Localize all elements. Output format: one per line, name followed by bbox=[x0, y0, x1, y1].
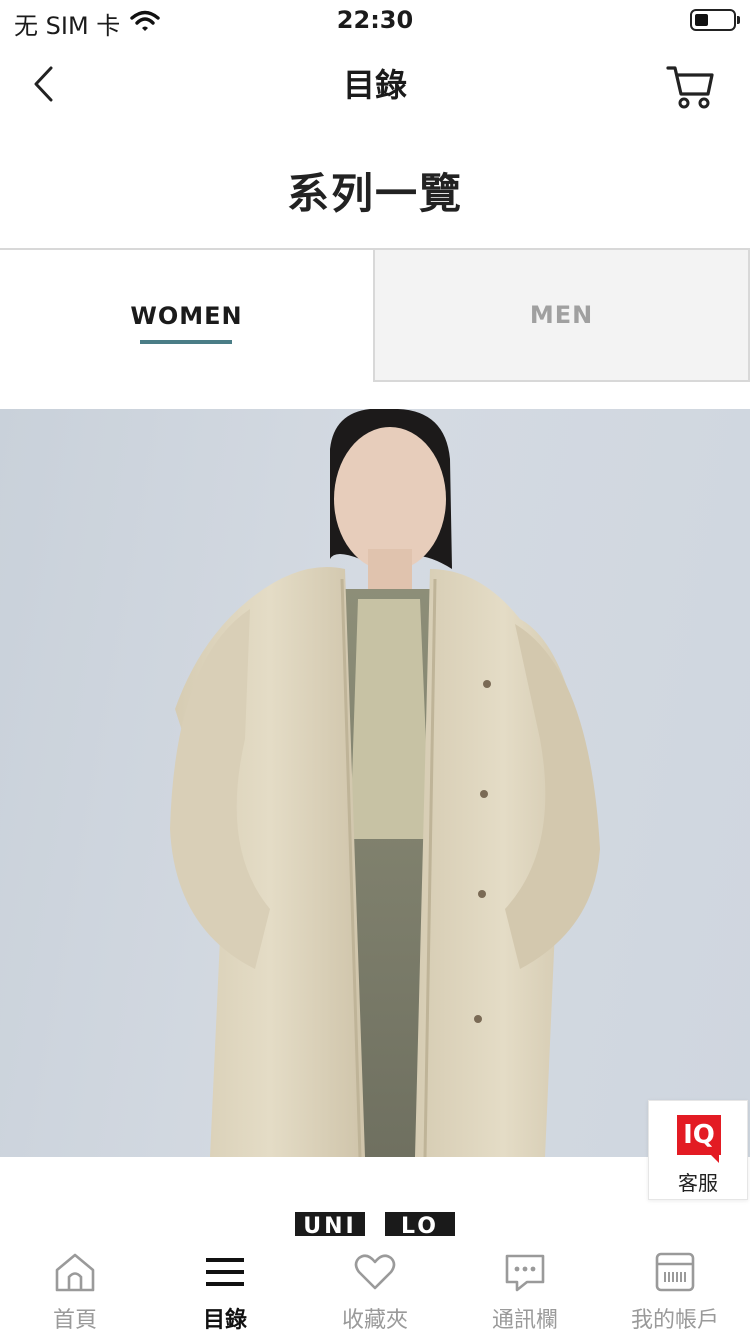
gender-tabs: WOMEN MEN bbox=[0, 248, 750, 382]
tab-men-label: MEN bbox=[529, 301, 594, 329]
tab-men[interactable]: MEN bbox=[373, 250, 750, 382]
tab-women[interactable]: WOMEN bbox=[0, 250, 373, 382]
page-heading: 系列一覽 bbox=[286, 169, 463, 218]
battery-fill bbox=[695, 14, 708, 26]
battery-icon bbox=[690, 9, 740, 31]
bottom-tab-bar: 首頁 目錄 收藏夾 通訊欄 我的帳戶 bbox=[0, 1236, 750, 1334]
tab-account-label: 我的帳戶 bbox=[630, 1308, 719, 1333]
back-button[interactable] bbox=[22, 62, 66, 106]
cart-icon bbox=[666, 66, 714, 109]
tab-favorites-label: 收藏夾 bbox=[341, 1308, 408, 1333]
iq-logo-icon: IQ bbox=[677, 1115, 721, 1163]
brand-logo: UNI LO bbox=[295, 1212, 455, 1236]
customer-service-button[interactable]: IQ 客服 bbox=[648, 1100, 748, 1200]
chevron-left-icon bbox=[34, 66, 53, 102]
tab-catalog-label: 目錄 bbox=[202, 1308, 247, 1333]
status-bar: 无 SIM 卡 22:30 bbox=[0, 0, 750, 40]
tab-active-indicator bbox=[140, 340, 232, 344]
tab-women-label: WOMEN bbox=[130, 302, 243, 330]
model-photo bbox=[170, 409, 600, 1157]
message-icon bbox=[505, 1254, 545, 1292]
cart-button[interactable] bbox=[666, 64, 716, 110]
hero-image[interactable] bbox=[0, 409, 750, 1157]
tab-home[interactable]: 首頁 bbox=[0, 1236, 150, 1334]
customer-service-label: 客服 bbox=[678, 1171, 718, 1195]
heart-icon bbox=[354, 1254, 396, 1290]
logo-block-right: LO bbox=[385, 1212, 455, 1236]
nav-bar: 目錄 bbox=[0, 40, 750, 128]
home-icon bbox=[55, 1253, 95, 1292]
member-card-icon bbox=[655, 1252, 695, 1292]
tab-messages[interactable]: 通訊欄 bbox=[450, 1236, 600, 1334]
tab-favorites[interactable]: 收藏夾 bbox=[300, 1236, 450, 1334]
tab-messages-label: 通訊欄 bbox=[491, 1308, 558, 1333]
tab-home-label: 首頁 bbox=[52, 1308, 97, 1333]
logo-block-left: UNI bbox=[295, 1212, 365, 1236]
menu-icon bbox=[206, 1258, 244, 1286]
nav-title: 目錄 bbox=[342, 66, 407, 104]
tab-account[interactable]: 我的帳戶 bbox=[600, 1236, 750, 1334]
tab-catalog[interactable]: 目錄 bbox=[150, 1236, 300, 1334]
status-time: 22:30 bbox=[336, 6, 414, 34]
